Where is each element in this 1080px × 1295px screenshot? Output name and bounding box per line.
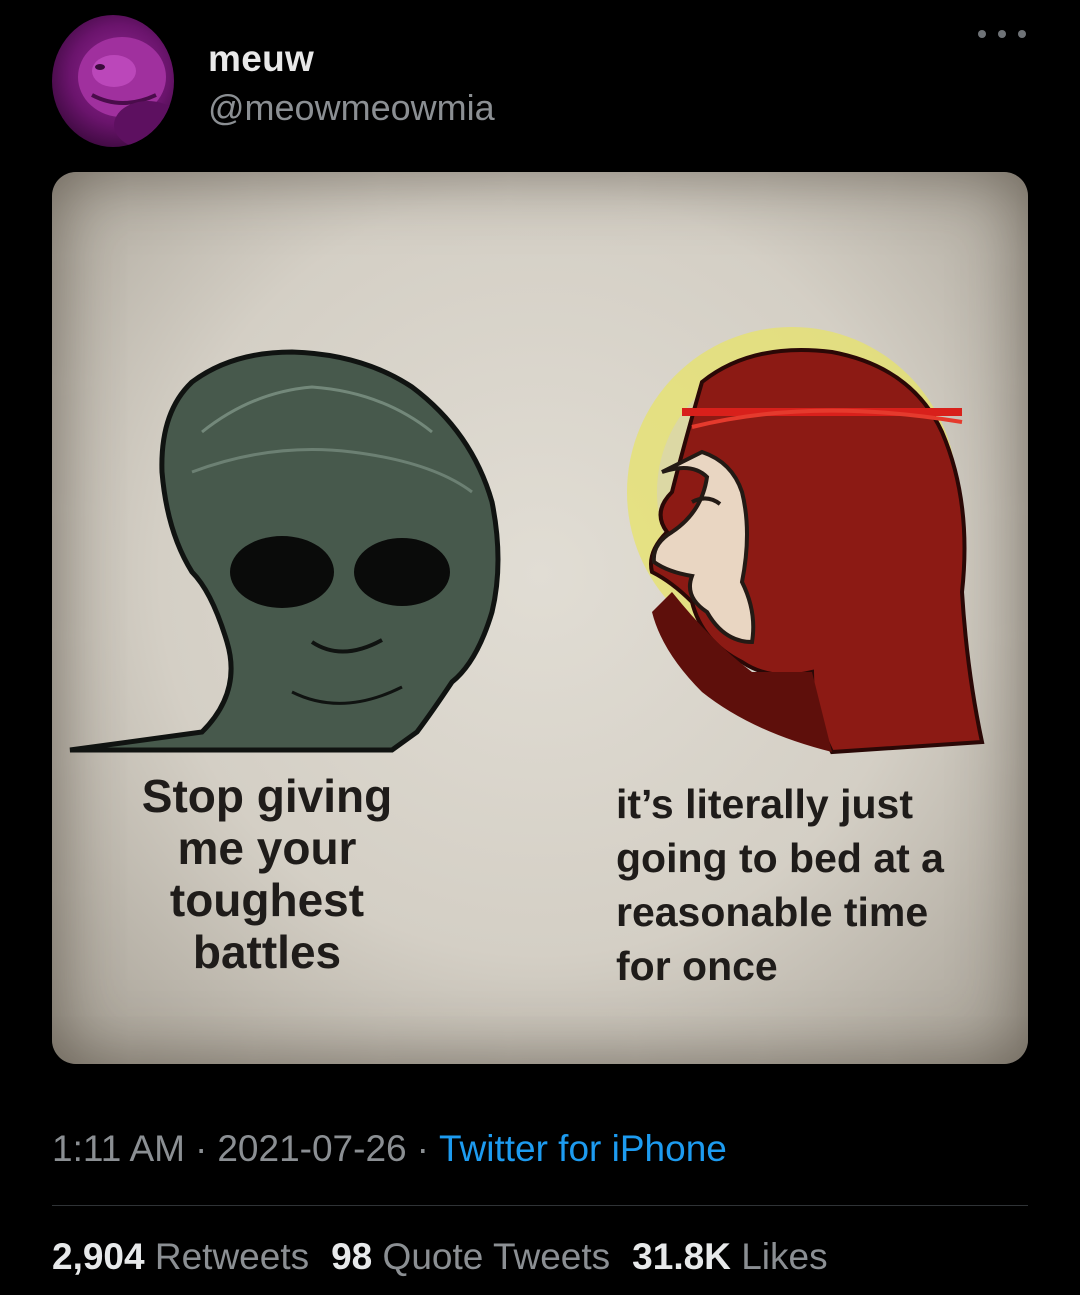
- quote-tweets-label: Quote Tweets: [382, 1236, 611, 1277]
- likes-count: 31.8K: [632, 1236, 731, 1277]
- tweet-metadata: 1:11 AM · 2021-07-26 · Twitter for iPhone: [52, 1128, 727, 1170]
- quote-tweets-count: 98: [331, 1236, 373, 1277]
- avatar[interactable]: [52, 15, 174, 147]
- meme-caption-left: Stop giving me your toughest battles: [141, 770, 393, 978]
- separator: ·: [416, 1128, 429, 1169]
- meme-caption-right: it’s literally just going to bed at a re…: [616, 781, 944, 989]
- avatar-image: [78, 37, 174, 147]
- retweets-label: Retweets: [154, 1236, 310, 1277]
- tweet-time[interactable]: 1:11 AM: [52, 1128, 185, 1169]
- tweet-media-image[interactable]: Stop giving me your toughest battles it’…: [52, 172, 1028, 1064]
- tweet-source-link[interactable]: Twitter for iPhone: [439, 1128, 727, 1169]
- dot: [998, 30, 1006, 38]
- user-handle[interactable]: @meowmeowmia: [208, 87, 495, 129]
- dot: [978, 30, 986, 38]
- likes-label: Likes: [741, 1236, 828, 1277]
- engagement-stats: 2,904 Retweets 98 Quote Tweets 31.8K Likes: [52, 1236, 828, 1278]
- quote-tweets-stat[interactable]: 98 Quote Tweets: [331, 1236, 610, 1277]
- display-name[interactable]: meuw: [208, 38, 314, 80]
- tweet-date[interactable]: 2021-07-26: [217, 1128, 406, 1169]
- jesus-figure: [627, 327, 985, 755]
- retweets-count: 2,904: [52, 1236, 145, 1277]
- wojak-figure: [69, 349, 501, 753]
- dot: [1018, 30, 1026, 38]
- retweets-stat[interactable]: 2,904 Retweets: [52, 1236, 309, 1277]
- separator: ·: [195, 1128, 208, 1169]
- divider: [52, 1205, 1028, 1206]
- more-options-icon[interactable]: [978, 22, 1026, 46]
- likes-stat[interactable]: 31.8K Likes: [632, 1236, 827, 1277]
